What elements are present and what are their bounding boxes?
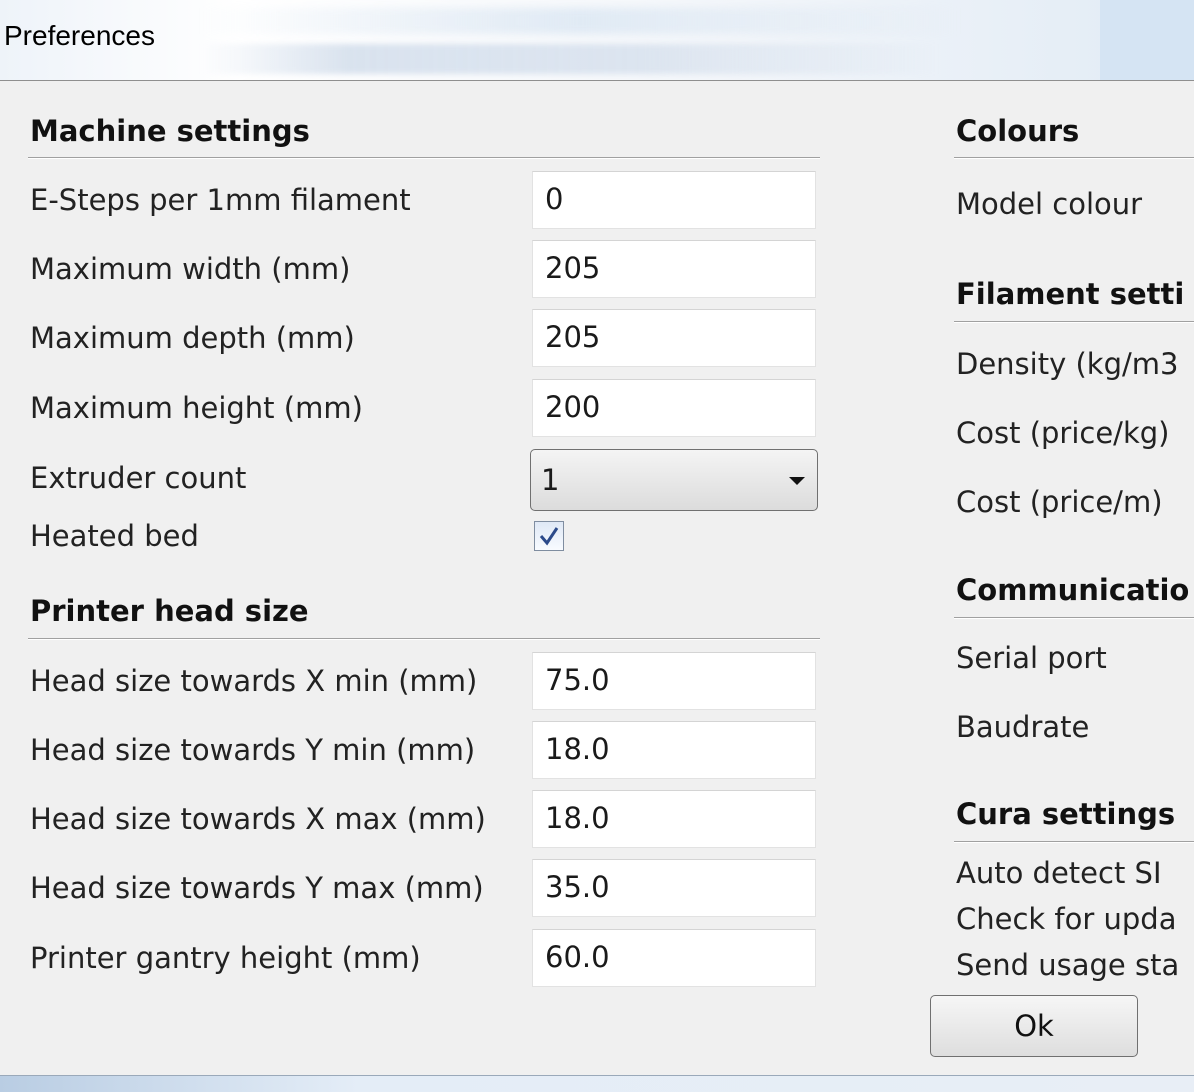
head-xmin-field[interactable]: 75.0 (532, 652, 816, 710)
label-extruder-count: Extruder count (30, 461, 247, 495)
label-max-height: Maximum height (mm) (30, 391, 363, 425)
section-divider (28, 157, 820, 159)
head-ymin-field[interactable]: 18.0 (532, 721, 816, 779)
window-title: Preferences (4, 20, 155, 51)
extruder-count-dropdown[interactable]: 1 (530, 449, 818, 511)
section-title-cura: Cura settings (956, 797, 1176, 831)
label-max-depth: Maximum depth (mm) (30, 321, 355, 355)
label-head-ymin: Head size towards Y min (mm) (30, 733, 476, 767)
chevron-down-icon (789, 477, 805, 485)
checkmark-icon (539, 527, 559, 546)
section-title-colours: Colours (956, 114, 1080, 148)
label-head-ymax: Head size towards Y max (mm) (30, 871, 484, 905)
background-blur (200, 8, 960, 34)
section-divider (954, 841, 1194, 843)
title-bar: Preferences (0, 0, 1194, 80)
section-divider (954, 321, 1194, 323)
label-esteps: E-Steps per 1mm filament (30, 183, 411, 217)
section-title-machine: Machine settings (30, 114, 310, 148)
label-baudrate: Baudrate (956, 710, 1090, 744)
section-title-head: Printer head size (30, 594, 309, 628)
section-title-filament: Filament setti (956, 277, 1185, 311)
label-auto-detect: Auto detect SI (956, 856, 1162, 890)
section-divider (954, 157, 1194, 159)
background-blur (200, 44, 940, 74)
label-heated-bed: Heated bed (30, 519, 199, 553)
label-density: Density (kg/m3 (956, 347, 1179, 381)
max-width-field[interactable]: 205 (532, 240, 816, 298)
head-ymax-field[interactable]: 35.0 (532, 859, 816, 917)
background-window-edge (1100, 0, 1194, 80)
label-cost-kg: Cost (price/kg) (956, 416, 1170, 450)
label-check-updates: Check for upda (956, 902, 1177, 936)
section-divider (28, 638, 820, 640)
section-divider (954, 617, 1194, 619)
extruder-count-value: 1 (541, 463, 560, 497)
max-height-field[interactable]: 200 (532, 379, 816, 437)
gantry-height-field[interactable]: 60.0 (532, 929, 816, 987)
label-send-usage: Send usage sta (956, 948, 1180, 982)
head-xmax-field[interactable]: 18.0 (532, 790, 816, 848)
preferences-window: Preferences Machine settings E-Steps per… (0, 0, 1194, 1092)
max-depth-field[interactable]: 205 (532, 309, 816, 367)
section-title-communication: Communicatio (956, 573, 1190, 607)
label-model-colour: Model colour (956, 187, 1143, 221)
ok-button[interactable]: Ok (930, 995, 1138, 1057)
label-max-width: Maximum width (mm) (30, 252, 351, 286)
label-head-xmax: Head size towards X max (mm) (30, 802, 486, 836)
dialog-body: Machine settings E-Steps per 1mm filamen… (0, 80, 1194, 1076)
bottom-edge (0, 1075, 1194, 1092)
label-gantry-height: Printer gantry height (mm) (30, 941, 421, 975)
label-head-xmin: Head size towards X min (mm) (30, 664, 478, 698)
label-serial-port: Serial port (956, 641, 1107, 675)
esteps-field[interactable]: 0 (532, 171, 816, 229)
heated-bed-checkbox[interactable] (534, 521, 564, 551)
label-cost-m: Cost (price/m) (956, 485, 1163, 519)
